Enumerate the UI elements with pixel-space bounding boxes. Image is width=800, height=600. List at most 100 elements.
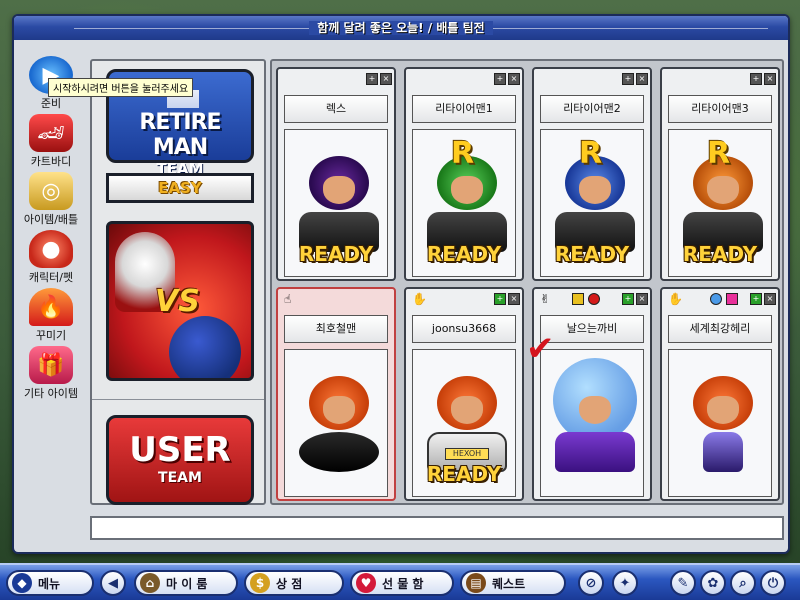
ready-status: READY — [682, 242, 758, 266]
magic-wand-button[interactable]: ✦ — [612, 570, 638, 596]
person-icon — [726, 293, 738, 305]
slot-close-button[interactable]: × — [764, 73, 776, 85]
slot-close-button[interactable]: × — [636, 73, 648, 85]
sidebar-item-label: 기타 아이템 — [23, 387, 79, 400]
sidebar-item-decorate[interactable]: 🔥 꾸미기 — [18, 288, 84, 343]
team-divider — [92, 399, 264, 400]
tools-button[interactable]: ✎ — [670, 570, 696, 596]
gift-box-icon: 🎁 — [29, 346, 73, 384]
player-name: 날으는까비 — [540, 315, 644, 343]
player-name: 최호철맨 — [284, 315, 388, 343]
flame-icon: 🔥 — [29, 288, 73, 326]
slot-info-button[interactable]: + — [366, 73, 378, 85]
slot-header: + × — [534, 69, 650, 91]
black-cat-kart-icon — [299, 432, 379, 472]
slot-info-button[interactable]: + — [494, 73, 506, 85]
sidebar-item-label: 캐릭터/펫 — [28, 271, 74, 284]
slot-close-button[interactable]: × — [508, 73, 520, 85]
window-title: 함께 달려 좋은 오늘! / 배틀 팀전 — [309, 21, 493, 35]
player-name: 리타이어맨1 — [412, 95, 516, 123]
slot-close-button[interactable]: × — [380, 73, 392, 85]
sidebar-item-label: 꾸미기 — [35, 329, 67, 342]
slot-info-button[interactable]: + — [622, 293, 634, 305]
slot-close-button[interactable]: × — [636, 293, 648, 305]
bomber-character-icon — [169, 316, 241, 378]
motorbike-icon — [703, 432, 743, 472]
player-slot-user-2[interactable]: ✋ + × joonsu3668 HEXOH READY — [404, 287, 524, 501]
character-face — [579, 176, 611, 204]
r-logo-icon: R — [579, 136, 603, 171]
slot-info-button[interactable]: + — [750, 73, 762, 85]
character-art: R READY — [540, 129, 644, 277]
slot-header: ✋ + × — [406, 289, 522, 311]
gift-label: 선 물 함 — [382, 576, 424, 591]
player-slot-ai-1[interactable]: + × 렉스 READY — [276, 67, 396, 281]
player-slot-user-3[interactable]: ✔ ✌ + × 날으는까비 — [526, 287, 652, 501]
mushroom-icon: ● — [29, 230, 73, 268]
ready-status: READY — [298, 242, 374, 266]
power-button[interactable]: ⏻ — [760, 570, 786, 596]
character-art — [540, 349, 644, 497]
player-slot-ai-3[interactable]: + × 리타이어맨2 R READY — [532, 67, 652, 281]
character-art: R READY — [412, 129, 516, 277]
checkmark-icon: ✔ — [526, 329, 555, 369]
character-face — [323, 176, 355, 204]
r-logo-icon: R — [707, 136, 731, 171]
sidebar-item-other-items[interactable]: 🎁 기타 아이템 — [18, 346, 84, 401]
slot-info-button[interactable]: + — [622, 73, 634, 85]
myroom-button[interactable]: ⌂ 마 이 룸 — [134, 570, 238, 596]
slot-info-button[interactable]: + — [494, 293, 506, 305]
slot-header: + × — [406, 69, 522, 91]
kart-icon: 🏎 — [29, 114, 73, 152]
sidebar-item-character-pet[interactable]: ● 캐릭터/펫 — [18, 230, 84, 285]
book-icon: ▤ — [466, 573, 486, 593]
menu-button[interactable]: ◆ 메뉴 — [6, 570, 94, 596]
slot-close-button[interactable]: × — [508, 293, 520, 305]
retire-team-name: RETIRE MAN — [139, 110, 221, 160]
sidebar-item-kart-body[interactable]: 🏎 카트바디 — [18, 114, 84, 169]
back-button[interactable]: ◀ — [100, 570, 126, 596]
player-slot-ai-2[interactable]: + × 리타이어맨1 R READY — [404, 67, 524, 281]
sidebar-item-label: 카트바디 — [30, 155, 72, 168]
slot-header: + × — [662, 69, 778, 91]
hand-icon: ✋ — [668, 292, 683, 306]
sidebar-item-label: 준비 — [40, 97, 62, 110]
player-slot-user-4[interactable]: ✋ + × 세계최강헤리 — [660, 287, 780, 501]
slot-header: ✋ + × — [662, 289, 778, 311]
character-art: READY — [284, 129, 388, 277]
slot-close-button[interactable]: × — [764, 293, 776, 305]
search-button[interactable]: ⌕ — [730, 570, 756, 596]
paw-icon — [588, 293, 600, 305]
vs-text: VS — [155, 284, 200, 319]
gift-box-button[interactable]: ♥ 선 물 함 — [350, 570, 454, 596]
user-team-badge[interactable]: USER TEAM — [106, 415, 254, 505]
character-art — [668, 349, 772, 497]
r-logo-icon: R — [451, 136, 475, 171]
ready-status: READY — [554, 242, 630, 266]
sidebar-item-item-battle[interactable]: ◎ 아이템/배틀 — [18, 172, 84, 227]
player-slot-ai-4[interactable]: + × 리타이어맨3 R READY — [660, 67, 780, 281]
player-name: 리타이어맨3 — [668, 95, 772, 123]
sidebar-item-label: 아이템/배틀 — [23, 213, 79, 226]
myroom-icon: ⌂ — [140, 573, 160, 593]
compass-button[interactable]: ⊘ — [578, 570, 604, 596]
character-art — [284, 349, 388, 497]
quest-button[interactable]: ▤ 퀘스트 — [460, 570, 566, 596]
chat-input[interactable] — [90, 516, 784, 540]
character-face — [707, 176, 739, 204]
slot-info-button[interactable]: + — [750, 293, 762, 305]
myroom-label: 마 이 룸 — [166, 576, 208, 591]
difficulty-label[interactable]: EASY — [106, 173, 254, 203]
goggles-icon: ◎ — [29, 172, 73, 210]
bottom-taskbar: ◆ 메뉴 ◀ ⌂ 마 이 룸 $ 상 점 ♥ 선 물 함 ▤ 퀘스트 ⊘ ✦ ✎… — [0, 563, 800, 600]
settings-button[interactable]: ✿ — [700, 570, 726, 596]
shop-button[interactable]: $ 상 점 — [244, 570, 344, 596]
coin-icon: $ — [250, 573, 270, 593]
player-slot-user-1[interactable]: ☝ 최호철맨 — [276, 287, 396, 501]
speech-bubble-icon — [710, 293, 722, 305]
hand-pointer-icon: ☝ — [284, 292, 292, 306]
character-face — [451, 396, 483, 424]
victory-hand-icon: ✌ — [540, 292, 551, 306]
vs-illustration: VS — [106, 221, 254, 381]
window-titlebar: 함께 달려 좋은 오늘! / 배틀 팀전 — [14, 16, 788, 40]
